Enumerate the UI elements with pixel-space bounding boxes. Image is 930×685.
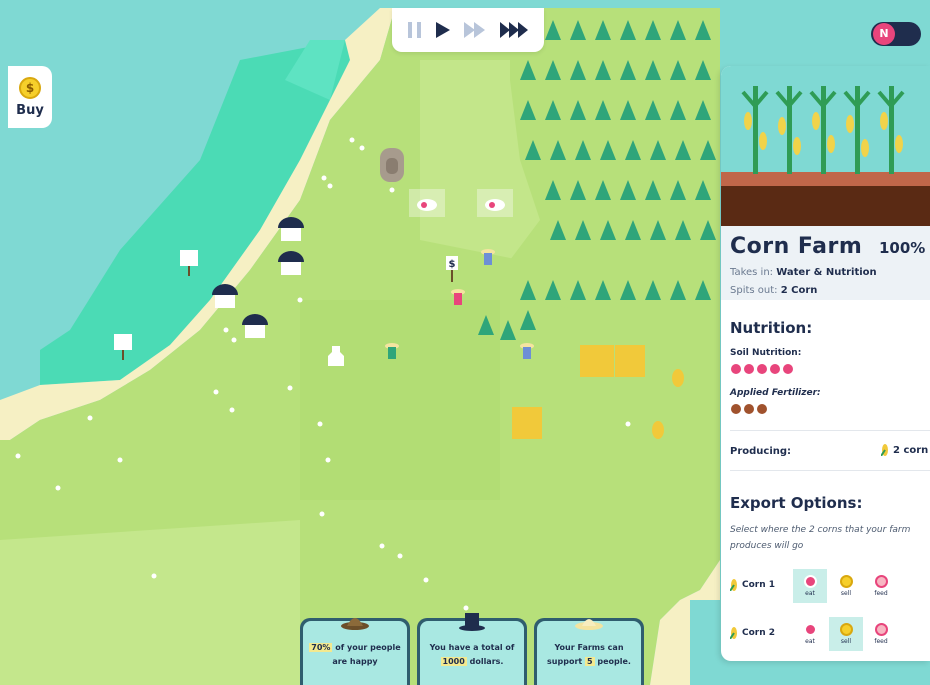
mode-toggle-knob: N (873, 23, 895, 45)
export-row-label: Corn 1 (730, 579, 775, 591)
badge-post: people. (594, 657, 631, 666)
badge-text: 70% of your people are happy (307, 641, 403, 669)
divider (730, 430, 930, 431)
level-dot (731, 364, 741, 374)
fertilizer-dots (731, 404, 767, 414)
feed-pig-icon (874, 623, 888, 636)
export-option-sell[interactable]: sell (829, 569, 863, 603)
eat-icon (803, 623, 817, 636)
fastest-forward-icon[interactable] (500, 22, 528, 38)
export-option-eat[interactable]: eat (793, 617, 827, 651)
export-option-feed[interactable]: feed (864, 617, 898, 651)
corn-icon (730, 579, 737, 591)
farm-percent: 100% (879, 239, 926, 257)
sell-coin-icon (839, 623, 853, 636)
soil-nutrition-label: Soil Nutrition: (730, 348, 802, 358)
badge-post: dollars. (466, 657, 504, 666)
level-dot (783, 364, 793, 374)
spits-out-value: 2 Corn (780, 285, 818, 296)
corn-icon (730, 627, 737, 639)
pause-icon[interactable] (408, 22, 422, 38)
badge-post: of your people are happy (332, 643, 401, 666)
producing-value-text: 2 corn (893, 444, 929, 456)
badge-pre: You have a total of (429, 643, 515, 652)
badge-value: 1000 (440, 657, 467, 666)
spits-out-label: Spits out: (730, 285, 778, 296)
happiness-badge: 70% of your people are happy (300, 618, 410, 685)
takes-in-label: Takes in: (730, 267, 774, 278)
takes-in-line: Takes in: Water & Nutrition (730, 267, 877, 278)
buy-label: Buy (16, 102, 44, 118)
badge-inner: 70% of your people are happy (303, 618, 407, 685)
fast-forward-icon[interactable] (464, 22, 486, 38)
badge-value: 70% (309, 643, 333, 652)
farm-support-badge: Your Farms can support 5 people. (534, 618, 644, 685)
export-row-1: Corn 1 eat sell feed (721, 569, 930, 603)
play-icon[interactable] (436, 22, 450, 38)
buy-button[interactable]: $ Buy (8, 66, 52, 128)
badge-text: You have a total of 1000 dollars. (424, 641, 520, 669)
sell-coin-icon (839, 575, 853, 588)
badge-value: 5 (585, 657, 595, 666)
level-dot (770, 364, 780, 374)
export-row-label-text: Corn 2 (742, 628, 776, 638)
ranger-hat-icon (341, 618, 369, 630)
money-badge: You have a total of 1000 dollars. (417, 613, 527, 685)
level-dot (757, 404, 767, 414)
farm-info-panel: Corn Farm 100% Takes in: Water & Nutriti… (721, 66, 930, 661)
badge-inner: Your Farms can support 5 people. (537, 619, 641, 685)
producing-label: Producing: (730, 446, 792, 457)
speed-controls (392, 8, 544, 52)
export-option-caption: feed (874, 638, 888, 645)
fertilizer-label: Applied Fertilizer: (730, 388, 821, 398)
export-option-caption: eat (805, 638, 815, 645)
feed-pig-icon (874, 575, 888, 588)
export-row-2: Corn 2 eat sell feed (721, 617, 930, 651)
dollar-coin-icon: $ (19, 76, 41, 99)
export-option-feed[interactable]: feed (864, 569, 898, 603)
export-option-caption: feed (874, 590, 888, 597)
export-row-label-text: Corn 1 (742, 580, 776, 590)
level-dot (731, 404, 741, 414)
producing-value: 2 corn (881, 444, 928, 456)
farm-title: Corn Farm (730, 234, 863, 259)
takes-in-value: Water & Nutrition (776, 267, 877, 278)
export-option-sell[interactable]: sell (829, 617, 863, 651)
eat-icon (803, 575, 817, 588)
export-option-caption: sell (840, 638, 852, 645)
money-sign: $ (449, 259, 456, 270)
corn-icon (881, 444, 888, 456)
export-option-caption: eat (805, 590, 815, 597)
soil-nutrition-dots (731, 364, 793, 374)
sun-hat-icon (575, 619, 603, 630)
export-heading: Export Options: (730, 494, 863, 512)
export-option-caption: sell (840, 590, 852, 597)
export-description: Select where the 2 corns that your farm … (730, 525, 911, 551)
corn-farm-illustration (721, 66, 930, 226)
nutrition-heading: Nutrition: (730, 319, 813, 337)
mode-toggle[interactable]: N (871, 22, 921, 46)
export-option-eat[interactable]: eat (793, 569, 827, 603)
badge-text: Your Farms can support 5 people. (541, 641, 637, 669)
top-hat-icon (459, 613, 485, 631)
level-dot (744, 364, 754, 374)
export-row-label: Corn 2 (730, 627, 775, 639)
divider (730, 470, 930, 471)
badge-inner: You have a total of 1000 dollars. (420, 613, 524, 685)
level-dot (757, 364, 767, 374)
level-dot (744, 404, 754, 414)
spits-out-line: Spits out: 2 Corn (730, 285, 817, 296)
